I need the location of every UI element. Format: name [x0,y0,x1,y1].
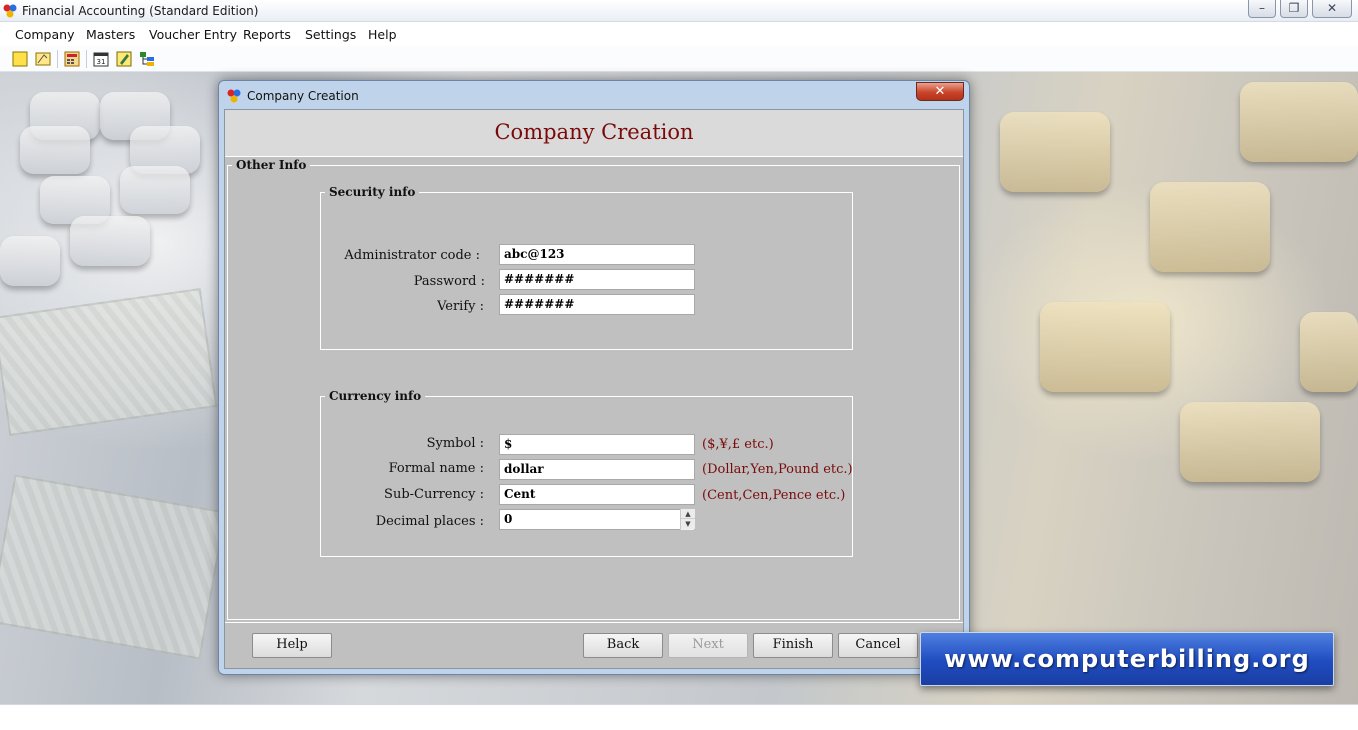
admin-code-input[interactable]: abc@123 [499,244,695,265]
sub-currency-input[interactable]: Cent [499,484,695,505]
password-input[interactable]: ####### [499,269,695,290]
watermark-text: www.computerbilling.org [944,645,1310,673]
currency-info-legend: Currency info [329,389,422,403]
dialog-close-button[interactable]: ✕ [916,82,964,101]
spin-down-icon[interactable]: ▼ [681,519,695,529]
close-app-button[interactable]: ✕ [1312,0,1352,18]
dialog-button-bar: Help Back Next Finish Cancel [225,622,963,668]
menu-company[interactable]: Company [15,27,74,42]
calendar-icon[interactable]: 31 [92,50,110,68]
open-company-icon[interactable] [34,50,52,68]
menu-masters[interactable]: Masters [86,27,135,42]
tree-icon[interactable] [138,50,156,68]
dialog-logo-icon [227,89,241,103]
calculator-icon[interactable] [63,50,81,68]
company-creation-dialog: Company Creation ✕ Company Creation Othe… [218,80,970,675]
wallpaper-calc-key [70,216,150,266]
close-icon: ✕ [934,84,946,99]
status-bar [0,704,1358,730]
toolbar-separator [86,50,87,68]
menu-settings[interactable]: Settings [305,27,356,42]
restore-button[interactable]: ❐ [1280,0,1308,18]
next-button[interactable]: Next [668,633,748,658]
other-info-legend: Other Info [236,158,307,172]
verify-label: Verify : [437,299,484,314]
wallpaper-calc-key [1240,82,1358,162]
edit-icon[interactable] [115,50,133,68]
dialog-client-area: Company Creation Other Info Security inf… [224,109,964,669]
finish-button[interactable]: Finish [753,633,833,658]
help-button[interactable]: Help [252,633,332,658]
menu-help[interactable]: Help [368,27,397,42]
back-button[interactable]: Back [583,633,663,658]
symbol-hint: ($,¥,£ etc.) [702,437,774,452]
app-logo-icon [3,4,17,18]
cancel-button[interactable]: Cancel [838,633,918,658]
wallpaper-calc-key [1150,182,1270,272]
minimize-icon: – [1259,1,1265,15]
formal-name-input[interactable]: dollar [499,459,695,480]
menu-reports[interactable]: Reports [243,27,291,42]
decimal-places-label: Decimal places : [375,514,484,529]
page-title: Company Creation [494,120,694,144]
admin-code-label: Administrator code : [344,248,480,263]
formal-name-label: Formal name : [388,461,484,476]
menu-voucher-entry[interactable]: Voucher Entry [149,27,237,42]
symbol-label: Symbol : [426,436,484,451]
security-info-legend: Security info [329,185,416,199]
close-icon: ✕ [1326,1,1338,15]
formal-name-hint: (Dollar,Yen,Pound etc.) [702,462,853,477]
toolbar-separator [57,50,58,68]
wallpaper-calc-key [0,236,60,286]
symbol-input[interactable]: $ [499,434,695,455]
security-info-group: Security info [320,185,853,350]
wallpaper-calc-key [120,166,190,214]
wallpaper-calc-key [1040,302,1170,392]
wallpaper-banknote [0,474,227,660]
app-title: Financial Accounting (Standard Edition) [22,4,259,18]
heading-panel: Company Creation [225,110,963,157]
toolbar: 31 [0,46,1358,72]
wallpaper-calc-key [20,126,90,174]
spin-up-icon[interactable]: ▲ [681,509,695,519]
decimal-places-input[interactable]: 0 [499,509,695,530]
dialog-title: Company Creation [247,89,359,103]
sub-currency-label: Sub-Currency : [384,487,484,502]
wallpaper-banknote [0,287,218,437]
sub-currency-hint: (Cent,Cen,Pence etc.) [702,488,846,503]
verify-password-input[interactable]: ####### [499,294,695,315]
restore-icon: ❐ [1288,1,1300,15]
menu-bar: Company Masters Voucher Entry Reports Se… [0,22,1358,46]
app-title-bar: Financial Accounting (Standard Edition) … [0,0,1358,22]
password-label: Password : [413,274,485,289]
new-company-icon[interactable] [11,50,29,68]
decimal-places-spinner[interactable]: ▲ ▼ [680,509,695,530]
wallpaper-calc-key [1180,402,1320,482]
svg-text:31: 31 [97,58,106,66]
wallpaper-calc-key [1000,112,1110,192]
watermark-banner: www.computerbilling.org [920,632,1334,686]
minimize-button[interactable]: – [1248,0,1276,18]
wallpaper-calc-key [1300,312,1358,392]
